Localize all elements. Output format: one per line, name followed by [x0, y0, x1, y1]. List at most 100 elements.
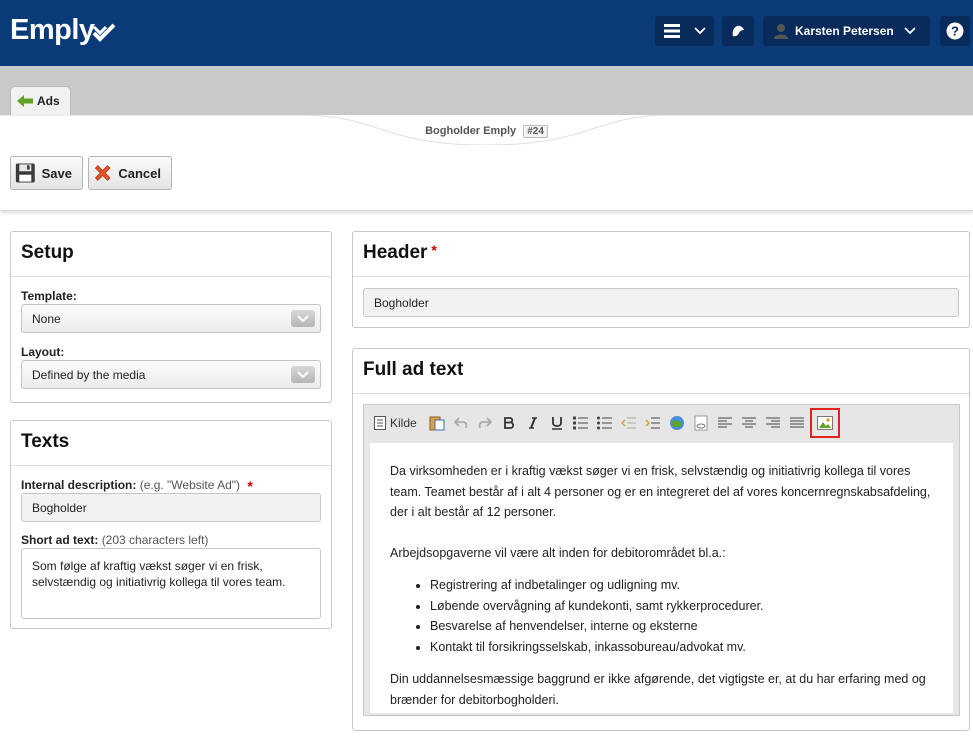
image-icon	[817, 416, 833, 430]
list-item: Kontakt til forsikringsselskab, inkassob…	[430, 637, 933, 658]
setup-panel: Setup Template: None Layout: Defined by …	[10, 231, 332, 403]
undo-icon	[454, 417, 468, 429]
menu-button[interactable]	[655, 16, 714, 46]
paste-icon	[429, 416, 445, 431]
editor-toolbar: Kilde	[364, 405, 959, 441]
arrow-left-icon	[17, 95, 33, 107]
italic-button[interactable]	[522, 412, 544, 434]
editor-content[interactable]: Da virksomheden er i kraftig vækst søger…	[370, 443, 953, 713]
texts-panel: Texts Internal description: (e.g. "Websi…	[10, 420, 332, 629]
chevron-down-icon	[904, 27, 916, 35]
breadcrumb-band: Ads	[0, 66, 973, 115]
header-panel: Header * Bogholder	[352, 231, 970, 328]
align-left-icon	[718, 417, 732, 428]
template-dropdown-arrow[interactable]	[291, 310, 315, 327]
indent-icon	[645, 417, 660, 429]
paste-button[interactable]	[426, 412, 448, 434]
insert-image-button[interactable]	[810, 408, 840, 438]
layout-value: Defined by the media	[32, 368, 146, 382]
ad-id-badge: #24	[523, 125, 548, 138]
help-button[interactable]: ?	[940, 16, 970, 46]
short-ad-text-textarea[interactable]: Som følge af kraftig vækst søger vi en f…	[21, 548, 321, 619]
template-label: Template:	[21, 289, 77, 303]
redo-icon	[478, 417, 492, 429]
template-select[interactable]: None	[21, 304, 321, 333]
ad-task-list: Registrering af indbetalinger og udligni…	[390, 575, 933, 657]
list-item: Registrering af indbetalinger og udligni…	[430, 575, 933, 596]
ad-paragraph-1: Da virksomheden er i kraftig vækst søger…	[390, 464, 931, 519]
numbered-list-icon	[573, 416, 588, 430]
user-name: Karsten Petersen	[795, 24, 894, 38]
logo-mark-icon	[92, 23, 116, 42]
unlink-icon	[694, 415, 708, 431]
link-button[interactable]	[666, 412, 688, 434]
internal-description-label: Internal description: (e.g. "Website Ad"…	[21, 478, 253, 494]
underline-button[interactable]	[546, 412, 568, 434]
chevron-down-icon	[693, 27, 706, 35]
unlink-button[interactable]	[690, 412, 712, 434]
page-title: Bogholder Emply #24	[0, 125, 973, 138]
align-left-button[interactable]	[714, 412, 736, 434]
layout-dropdown-arrow[interactable]	[291, 366, 315, 383]
outdent-button[interactable]	[618, 412, 640, 434]
cancel-x-icon	[94, 165, 111, 181]
redo-button[interactable]	[474, 412, 496, 434]
user-avatar-icon	[774, 24, 788, 39]
header-title-text: Header	[363, 242, 428, 263]
list-item: Besvarelse af henvendelser, interne og e…	[430, 616, 933, 637]
emply-logo[interactable]: Emply	[10, 14, 95, 47]
floppy-disk-icon	[15, 163, 35, 183]
numbered-list-button[interactable]	[570, 412, 592, 434]
justify-button[interactable]	[786, 412, 808, 434]
save-button[interactable]: Save	[10, 156, 83, 190]
source-button[interactable]: Kilde	[374, 412, 424, 434]
internal-description-hint: (e.g. "Website Ad")	[139, 478, 241, 492]
top-bar: Emply Karsten Petersen ?	[0, 0, 973, 66]
align-center-button[interactable]	[738, 412, 760, 434]
list-menu-icon	[663, 24, 680, 38]
chevron-down-icon	[297, 370, 309, 378]
cancel-label: Cancel	[118, 165, 161, 181]
title-strip: Bogholder Emply #24 Save Cancel	[0, 115, 973, 211]
document-source-icon	[374, 416, 386, 430]
bulleted-list-icon	[597, 416, 612, 430]
bold-button[interactable]	[498, 412, 520, 434]
internal-description-input[interactable]: Bogholder	[21, 493, 321, 522]
layout-select[interactable]: Defined by the media	[21, 360, 321, 389]
header-input[interactable]: Bogholder	[363, 288, 959, 317]
template-value: None	[32, 312, 61, 326]
layout-label: Layout:	[21, 345, 65, 359]
list-item: Løbende overvågning af kundekonti, samt …	[430, 596, 933, 617]
user-menu-button[interactable]: Karsten Petersen	[763, 16, 930, 46]
required-marker: *	[247, 478, 253, 494]
header-title: Header *	[353, 232, 969, 277]
bulleted-list-button[interactable]	[594, 412, 616, 434]
help-glyph: ?	[951, 24, 959, 39]
ad-paragraph-2: Arbejdsopgaverne vil være alt inden for …	[390, 545, 726, 560]
full-ad-title: Full ad text	[353, 349, 969, 394]
align-right-icon	[766, 417, 780, 428]
chevron-down-icon	[297, 314, 309, 322]
breadcrumb-ads-label: Ads	[37, 94, 60, 108]
rich-text-editor: Kilde Da virksomheden er i kraftig vækst…	[363, 404, 960, 716]
undo-button[interactable]	[450, 412, 472, 434]
underline-icon	[552, 417, 562, 430]
align-center-icon	[742, 417, 756, 428]
breadcrumb-ads-tab[interactable]: Ads	[10, 86, 71, 115]
hand-wave-icon	[732, 25, 744, 37]
justify-icon	[790, 417, 804, 428]
internal-description-label-text: Internal description:	[21, 478, 137, 492]
ad-paragraph-3: Din uddannelsesmæssige baggrund er ikke …	[390, 672, 926, 707]
ad-name: Bogholder Emply	[425, 125, 517, 137]
required-marker: *	[431, 242, 437, 258]
indent-button[interactable]	[642, 412, 664, 434]
globe-link-icon	[670, 416, 684, 430]
outdent-icon	[621, 417, 636, 429]
setup-title: Setup	[11, 232, 331, 277]
notifications-button[interactable]	[722, 16, 754, 46]
short-ad-text-label: Short ad text: (203 characters left)	[21, 533, 208, 547]
short-ad-text-label-text: Short ad text:	[21, 533, 99, 547]
save-label: Save	[41, 165, 72, 181]
align-right-button[interactable]	[762, 412, 784, 434]
cancel-button[interactable]: Cancel	[88, 156, 172, 190]
